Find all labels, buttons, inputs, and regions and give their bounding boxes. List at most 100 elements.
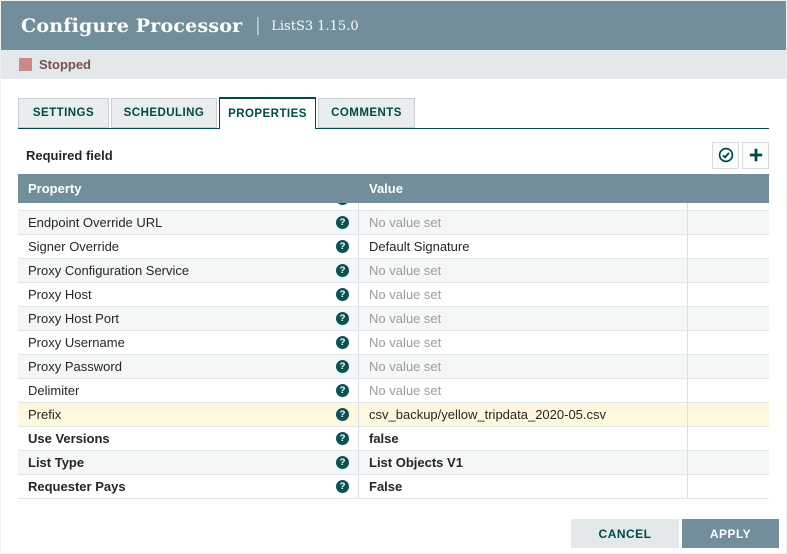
property-value-cell[interactable]: False bbox=[358, 475, 687, 498]
dialog-content: SETTINGS SCHEDULING PROPERTIES COMMENTS Req… bbox=[1, 98, 786, 499]
property-actions bbox=[712, 142, 769, 169]
help-icon[interactable]: ? bbox=[336, 432, 349, 445]
tab-bar: SETTINGS SCHEDULING PROPERTIES COMMENTS bbox=[18, 98, 769, 129]
property-name-cell: Proxy Configuration Service? bbox=[18, 259, 358, 282]
add-property-button[interactable] bbox=[742, 142, 769, 169]
title-divider: | bbox=[255, 15, 260, 37]
property-name-cell: Signer Override? bbox=[18, 235, 358, 258]
property-name-cell: List Type? bbox=[18, 451, 358, 474]
dialog-footer: CANCEL APPLY bbox=[571, 519, 779, 548]
tab-scheduling[interactable]: SCHEDULING bbox=[111, 98, 217, 128]
property-table-header: Property Value bbox=[18, 174, 769, 203]
tab-label: SCHEDULING bbox=[124, 107, 205, 119]
tab-properties[interactable]: PROPERTIES bbox=[219, 97, 316, 129]
table-row: List Type?List Objects V1 bbox=[18, 451, 769, 475]
property-name: Signer Override bbox=[28, 239, 119, 254]
tab-label: SETTINGS bbox=[33, 107, 94, 119]
row-extra-cell bbox=[687, 379, 769, 402]
property-value-cell[interactable]: csv_backup/yellow_tripdata_2020-05.csv bbox=[358, 403, 687, 426]
property-name-cell: Proxy Host? bbox=[18, 283, 358, 306]
apply-button[interactable]: APPLY bbox=[682, 519, 779, 548]
help-icon[interactable]: ? bbox=[336, 240, 349, 253]
row-extra-cell bbox=[687, 259, 769, 282]
status-label: Stopped bbox=[39, 57, 91, 72]
dialog-title: Configure Processor bbox=[21, 15, 242, 37]
property-name-cell: Delimiter? bbox=[18, 379, 358, 402]
help-icon[interactable]: ? bbox=[336, 288, 349, 301]
help-icon[interactable]: ? bbox=[336, 264, 349, 277]
property-name: Proxy Username bbox=[28, 335, 125, 350]
property-value-cell[interactable]: No value set bbox=[358, 211, 687, 234]
property-name-cell: Proxy Username? bbox=[18, 331, 358, 354]
property-value-cell[interactable]: Default Signature bbox=[358, 235, 687, 258]
row-extra-cell bbox=[687, 475, 769, 498]
property-name: Endpoint Override URL bbox=[28, 215, 162, 230]
property-value-cell[interactable]: No value set bbox=[358, 283, 687, 306]
property-name-cell: Prefix? bbox=[18, 403, 358, 426]
property-value-cell[interactable]: No value set bbox=[358, 203, 687, 210]
property-value-cell[interactable]: No value set bbox=[358, 259, 687, 282]
property-name: Use Versions bbox=[28, 431, 110, 446]
configure-processor-dialog: Configure Processor | ListS3 1.15.0 Stop… bbox=[0, 0, 787, 554]
dialog-header: Configure Processor | ListS3 1.15.0 bbox=[1, 1, 786, 50]
property-name: Prefix bbox=[28, 407, 61, 422]
property-table-body[interactable]: SSL Context Service?No value setEndpoint… bbox=[18, 203, 769, 499]
help-icon[interactable]: ? bbox=[336, 336, 349, 349]
row-extra-cell bbox=[687, 211, 769, 234]
row-extra-cell bbox=[687, 283, 769, 306]
table-row: Proxy Host Port?No value set bbox=[18, 307, 769, 331]
row-extra-cell bbox=[687, 307, 769, 330]
property-value-cell[interactable]: List Objects V1 bbox=[358, 451, 687, 474]
property-name-cell: SSL Context Service? bbox=[18, 203, 358, 210]
row-extra-cell bbox=[687, 451, 769, 474]
required-field-label: Required field bbox=[18, 148, 113, 163]
property-name: Proxy Password bbox=[28, 359, 122, 374]
plus-icon bbox=[748, 147, 764, 163]
table-row: Proxy Username?No value set bbox=[18, 331, 769, 355]
processor-name-version: ListS3 1.15.0 bbox=[271, 17, 358, 34]
verify-properties-button[interactable] bbox=[712, 142, 739, 169]
table-row: Signer Override?Default Signature bbox=[18, 235, 769, 259]
tab-comments[interactable]: COMMENTS bbox=[318, 98, 415, 128]
help-icon[interactable]: ? bbox=[336, 216, 349, 229]
property-name-cell: Endpoint Override URL? bbox=[18, 211, 358, 234]
table-row: Requester Pays? False bbox=[18, 475, 769, 499]
help-icon[interactable]: ? bbox=[336, 456, 349, 469]
property-value-cell[interactable]: No value set bbox=[358, 379, 687, 402]
property-name: Proxy Configuration Service bbox=[28, 263, 189, 278]
property-name: Requester Pays bbox=[28, 479, 126, 494]
row-extra-cell bbox=[687, 331, 769, 354]
row-extra-cell bbox=[687, 355, 769, 378]
property-name-cell: Use Versions? bbox=[18, 427, 358, 450]
table-row: Delimiter?No value set bbox=[18, 379, 769, 403]
property-table: Property Value SSL Context Service?No va… bbox=[18, 174, 769, 499]
table-row: SSL Context Service?No value set bbox=[18, 203, 769, 211]
help-icon[interactable]: ? bbox=[336, 360, 349, 373]
row-extra-cell bbox=[687, 203, 769, 210]
property-value-cell[interactable]: No value set bbox=[358, 355, 687, 378]
property-value-cell[interactable]: No value set bbox=[358, 307, 687, 330]
table-row: Proxy Password?No value set bbox=[18, 355, 769, 379]
circle-check-icon bbox=[718, 147, 734, 163]
table-row: Proxy Configuration Service?No value set bbox=[18, 259, 769, 283]
help-icon[interactable]: ? bbox=[336, 480, 349, 493]
table-row: Prefix?csv_backup/yellow_tripdata_2020-0… bbox=[18, 403, 769, 427]
help-icon[interactable]: ? bbox=[336, 312, 349, 325]
property-name-cell: Proxy Host Port? bbox=[18, 307, 358, 330]
row-extra-cell bbox=[687, 427, 769, 450]
help-icon[interactable]: ? bbox=[336, 408, 349, 421]
property-name: List Type bbox=[28, 455, 84, 470]
tab-label: PROPERTIES bbox=[228, 108, 307, 120]
tab-settings[interactable]: SETTINGS bbox=[18, 98, 109, 128]
property-name: Proxy Host bbox=[28, 287, 92, 302]
help-icon[interactable]: ? bbox=[336, 384, 349, 397]
property-name: Delimiter bbox=[28, 383, 79, 398]
property-value-cell[interactable]: false bbox=[358, 427, 687, 450]
property-name-cell: Proxy Password? bbox=[18, 355, 358, 378]
table-row: Endpoint Override URL?No value set bbox=[18, 211, 769, 235]
cancel-button[interactable]: CANCEL bbox=[571, 519, 679, 548]
property-value-cell[interactable]: No value set bbox=[358, 331, 687, 354]
help-icon[interactable]: ? bbox=[336, 203, 349, 205]
row-extra-cell bbox=[687, 235, 769, 258]
status-bar: Stopped bbox=[1, 50, 786, 79]
